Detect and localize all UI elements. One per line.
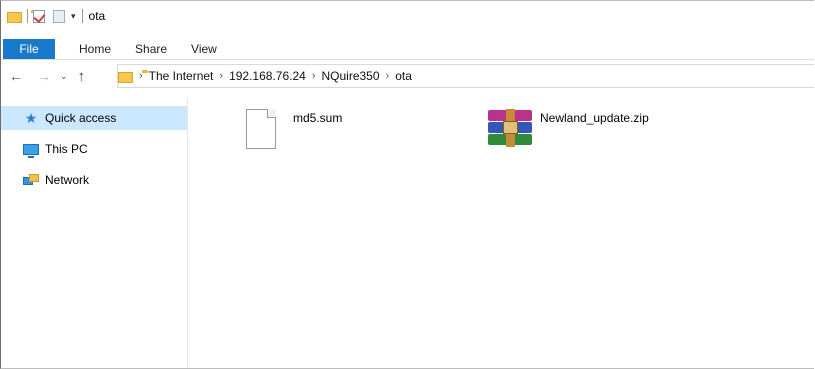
star-icon: ★ (24, 109, 38, 126)
tab-view[interactable]: View (191, 42, 217, 56)
generic-file-icon (246, 109, 276, 149)
new-folder-icon[interactable] (53, 9, 65, 23)
up-arrow-icon[interactable]: ↑ (78, 68, 86, 85)
breadcrumb-nquire350[interactable]: NQuire350 (321, 69, 379, 83)
quick-access-toolbar: ▾ (7, 9, 76, 23)
file-explorer-window: ▾ ota File Home Share View ← → ⌄ ↑ › The… (0, 0, 814, 369)
tab-home[interactable]: Home (79, 42, 111, 56)
nav-item-quick-access[interactable]: ★ Quick access (1, 106, 187, 130)
breadcrumb-ip[interactable]: 192.168.76.24 (229, 69, 306, 83)
winrar-archive-icon (486, 109, 534, 147)
file-item-newland-update-zip[interactable]: Newland_update.zip (486, 109, 649, 147)
nav-item-label: This PC (45, 142, 88, 156)
file-item-md5-sum[interactable]: md5.sum (246, 109, 342, 149)
file-list: md5.sum Newland_update.zip (188, 98, 814, 368)
file-name: Newland_update.zip (540, 111, 649, 125)
properties-check-icon[interactable] (33, 9, 45, 23)
chevron-right-icon[interactable]: › (312, 70, 316, 82)
title-separator (81, 9, 83, 23)
tab-share[interactable]: Share (135, 42, 167, 56)
forward-arrow-icon[interactable]: → (37, 68, 51, 84)
recent-locations-chevron-icon[interactable]: ⌄ (60, 71, 68, 82)
file-name: md5.sum (293, 111, 343, 125)
nav-item-label: Network (45, 173, 90, 187)
chevron-right-icon[interactable]: › (386, 70, 390, 82)
breadcrumb-ota[interactable]: ota (395, 69, 412, 83)
network-icon (23, 173, 39, 187)
address-row: ← → ⌄ ↑ › The Internet › 192.168.76.24 ›… (1, 62, 814, 90)
tab-file[interactable]: File (3, 39, 55, 59)
nav-item-label: Quick access (45, 111, 117, 125)
ribbon-tabs: File Home Share View (1, 39, 814, 60)
computer-icon (23, 142, 39, 158)
window-title: ota (88, 9, 106, 23)
address-bar[interactable]: › The Internet › 192.168.76.24 › NQuire3… (117, 64, 814, 88)
title-bar: ▾ ota (1, 1, 814, 31)
folder-icon[interactable] (7, 9, 37, 23)
back-arrow-icon[interactable]: ← (9, 68, 23, 84)
customize-dropdown-icon[interactable]: ▾ (71, 11, 76, 22)
nav-item-network[interactable]: Network (1, 168, 187, 192)
chevron-right-icon[interactable]: › (219, 70, 223, 82)
breadcrumb-the-internet[interactable]: The Internet (149, 69, 214, 83)
address-folder-icon (118, 69, 148, 83)
nav-item-this-pc[interactable]: This PC (1, 137, 187, 161)
toolbar-separator (27, 9, 28, 23)
navigation-pane: ★ Quick access This PC Network (1, 98, 188, 368)
